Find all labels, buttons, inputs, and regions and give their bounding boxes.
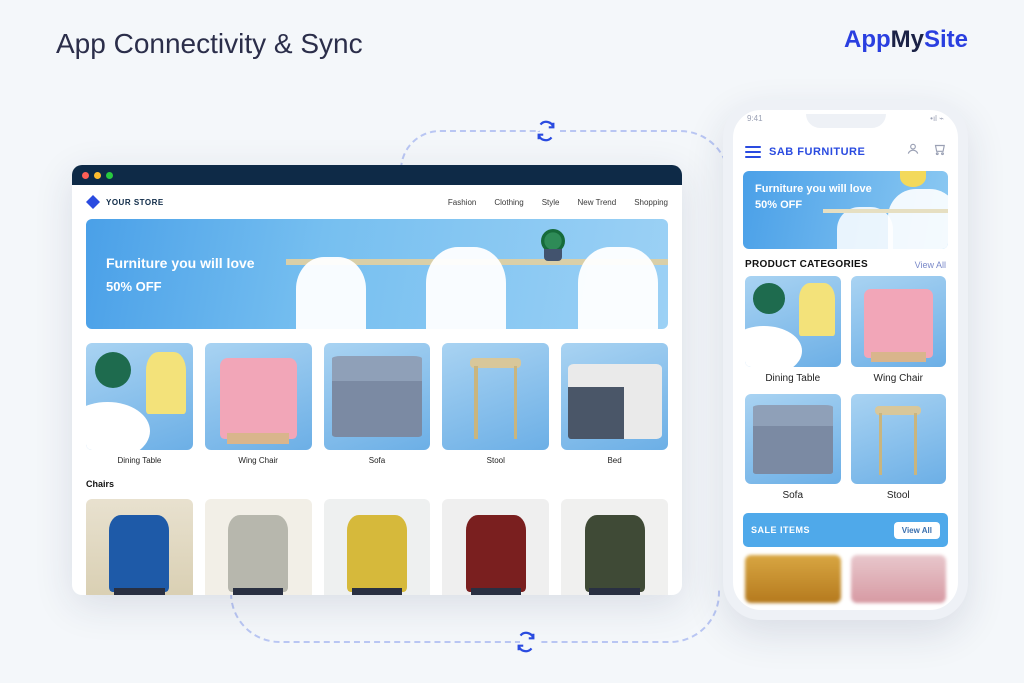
brand-logo: AppMySite: [844, 26, 968, 54]
category-grid: Dining Table Wing Chair Sofa Stool: [733, 276, 958, 501]
nav-link[interactable]: New Trend: [578, 198, 617, 207]
category-card[interactable]: Sofa: [324, 343, 431, 465]
hero-pot-shape: [544, 249, 562, 261]
hero-table-shape: [823, 209, 948, 213]
category-label: Wing Chair: [851, 373, 947, 384]
status-icons: •ıl ⌁: [930, 114, 944, 128]
view-all-button[interactable]: View All: [894, 522, 940, 539]
hero-banner[interactable]: Furniture you will love 50% OFF: [86, 219, 668, 329]
sale-items-preview: [733, 547, 958, 603]
site-header: YOUR STORE Fashion Clothing Style New Tr…: [72, 185, 682, 219]
main-nav: Fashion Clothing Style New Trend Shoppin…: [448, 198, 668, 207]
hero-chair-shape: [888, 189, 948, 249]
view-all-link[interactable]: View All: [915, 260, 946, 270]
product-card[interactable]: [324, 499, 431, 595]
page-title: App Connectivity & Sync: [56, 28, 363, 60]
minimize-icon[interactable]: [94, 172, 101, 179]
category-card[interactable]: Sofa: [745, 394, 841, 502]
close-icon[interactable]: [82, 172, 89, 179]
category-label: Sofa: [324, 456, 431, 465]
section-heading: Chairs: [72, 479, 682, 489]
category-label: Dining Table: [86, 456, 193, 465]
chairs-row: [72, 489, 682, 595]
category-card[interactable]: Stool: [442, 343, 549, 465]
sync-icon: [535, 120, 557, 142]
product-card[interactable]: [442, 499, 549, 595]
window-titlebar: [72, 165, 682, 185]
nav-link[interactable]: Fashion: [448, 198, 476, 207]
app-title: SAB FURNITURE: [769, 146, 865, 158]
store-name: YOUR STORE: [106, 198, 164, 207]
product-card[interactable]: [745, 555, 841, 603]
brand-part-1: App: [844, 26, 891, 53]
category-label: Sofa: [745, 490, 841, 501]
category-card[interactable]: Dining Table: [86, 343, 193, 465]
category-label: Stool: [442, 456, 549, 465]
hero-chair-shape: [578, 247, 658, 329]
app-header: SAB FURNITURE: [733, 134, 958, 171]
section-header-row: PRODUCT CATEGORIES View All: [733, 249, 958, 276]
product-card[interactable]: [851, 555, 947, 603]
category-row: Dining Table Wing Chair Sofa Stool Bed: [72, 329, 682, 479]
phone-notch: [806, 114, 886, 128]
product-card[interactable]: [86, 499, 193, 595]
nav-link[interactable]: Clothing: [494, 198, 523, 207]
sync-arc: [540, 588, 720, 643]
maximize-icon[interactable]: [106, 172, 113, 179]
hero-chair-shape: [837, 207, 893, 249]
nav-link[interactable]: Style: [542, 198, 560, 207]
sale-title: SALE ITEMS: [751, 525, 810, 535]
sync-arc: [230, 588, 520, 643]
hero-chair-shape: [296, 257, 366, 329]
category-label: Bed: [561, 456, 668, 465]
product-card[interactable]: [205, 499, 312, 595]
category-card[interactable]: Bed: [561, 343, 668, 465]
category-card[interactable]: Dining Table: [745, 276, 841, 384]
store-logo[interactable]: YOUR STORE: [86, 195, 164, 209]
sync-icon: [515, 631, 537, 653]
category-card[interactable]: Wing Chair: [851, 276, 947, 384]
category-card[interactable]: Stool: [851, 394, 947, 502]
account-icon[interactable]: [906, 142, 920, 161]
nav-link[interactable]: Shopping: [634, 198, 668, 207]
phone-frame: 9:41 •ıl ⌁ SAB FURNITURE Furniture you w…: [723, 100, 968, 620]
section-heading: PRODUCT CATEGORIES: [745, 259, 868, 270]
cart-icon[interactable]: [932, 142, 946, 161]
hero-banner[interactable]: Furniture you will love 50% OFF: [743, 171, 948, 249]
sale-banner: SALE ITEMS View All: [743, 513, 948, 547]
sync-arc: [400, 130, 540, 170]
status-time: 9:41: [747, 114, 763, 128]
brand-part-2: My: [891, 26, 924, 53]
category-label: Stool: [851, 490, 947, 501]
category-label: Dining Table: [745, 373, 841, 384]
hero-chair-shape: [426, 247, 506, 329]
product-card[interactable]: [561, 499, 668, 595]
category-card[interactable]: Wing Chair: [205, 343, 312, 465]
desktop-window: YOUR STORE Fashion Clothing Style New Tr…: [72, 165, 682, 595]
store-logo-icon: [86, 195, 100, 209]
brand-part-3: Site: [924, 26, 968, 53]
category-label: Wing Chair: [205, 456, 312, 465]
menu-icon[interactable]: [745, 146, 761, 158]
